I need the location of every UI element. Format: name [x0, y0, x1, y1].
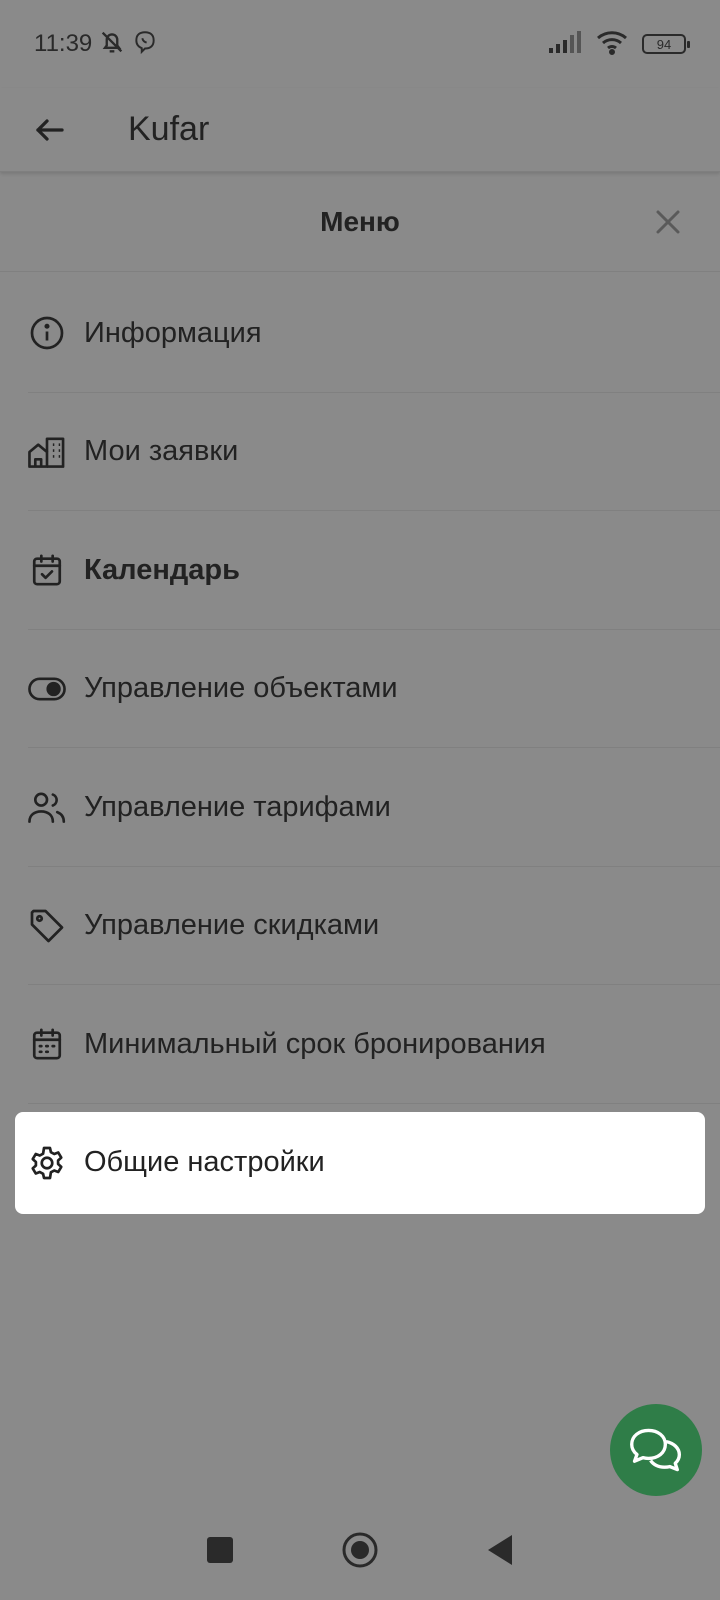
back-icon[interactable] — [480, 1530, 520, 1570]
menu-item-general-settings[interactable]: Общие настройки — [15, 1111, 705, 1214]
buildings-icon — [28, 433, 66, 471]
menu-item-label: Управление объектами — [84, 672, 398, 705]
menu-item-discounts[interactable]: Управление скидками — [0, 867, 720, 986]
menu-item-info[interactable]: Информация — [0, 274, 720, 393]
menu-header: Меню — [0, 172, 720, 272]
tag-icon — [28, 907, 66, 945]
toggle-icon — [28, 670, 66, 708]
arrow-left-icon[interactable] — [32, 112, 68, 148]
nav-bar — [0, 1500, 720, 1600]
wifi-icon — [596, 29, 628, 60]
menu-item-label: Минимальный срок бронирования — [84, 1027, 546, 1060]
menu-title: Меню — [320, 205, 400, 237]
menu-item-label: Календарь — [84, 553, 240, 586]
menu-item-label: Управление скидками — [84, 909, 380, 942]
menu-item-label: Мои заявки — [84, 435, 239, 468]
gear-icon — [28, 1144, 66, 1182]
menu-item-objects[interactable]: Управление объектами — [0, 630, 720, 749]
menu-item-min-booking[interactable]: Минимальный срок бронирования — [0, 985, 720, 1104]
menu-item-my-requests[interactable]: Мои заявки — [0, 393, 720, 512]
menu-item-tariffs[interactable]: Управление тарифами — [0, 748, 720, 867]
status-time: 11:39 — [34, 30, 93, 57]
close-button[interactable] — [650, 204, 686, 240]
battery-icon: 94 — [642, 34, 690, 54]
recent-apps-icon[interactable] — [200, 1530, 240, 1570]
screen: 11:39 94 Kufar Меню Информация Мои заявк… — [0, 0, 720, 1600]
menu-item-calendar[interactable]: Календарь — [0, 511, 720, 630]
close-icon — [653, 207, 683, 237]
menu-list: Информация Мои заявки Календарь Управлен… — [0, 274, 720, 1214]
calendar-icon — [28, 1025, 66, 1063]
app-title: Kufar — [128, 110, 210, 148]
info-icon — [28, 314, 66, 352]
home-icon[interactable] — [340, 1530, 380, 1570]
chat-bubbles-icon — [628, 1425, 684, 1475]
chat-button[interactable] — [610, 1404, 702, 1496]
bell-off-icon — [98, 28, 126, 61]
viber-icon — [132, 29, 158, 60]
menu-item-label: Общие настройки — [84, 1146, 325, 1178]
users-icon — [28, 788, 66, 826]
status-bar: 11:39 94 — [0, 0, 720, 88]
calendar-check-icon — [28, 551, 66, 589]
app-bar: Kufar — [0, 88, 720, 172]
signal-icon — [548, 30, 582, 59]
menu-item-label: Управление тарифами — [84, 790, 391, 823]
menu-item-label: Информация — [84, 316, 262, 349]
